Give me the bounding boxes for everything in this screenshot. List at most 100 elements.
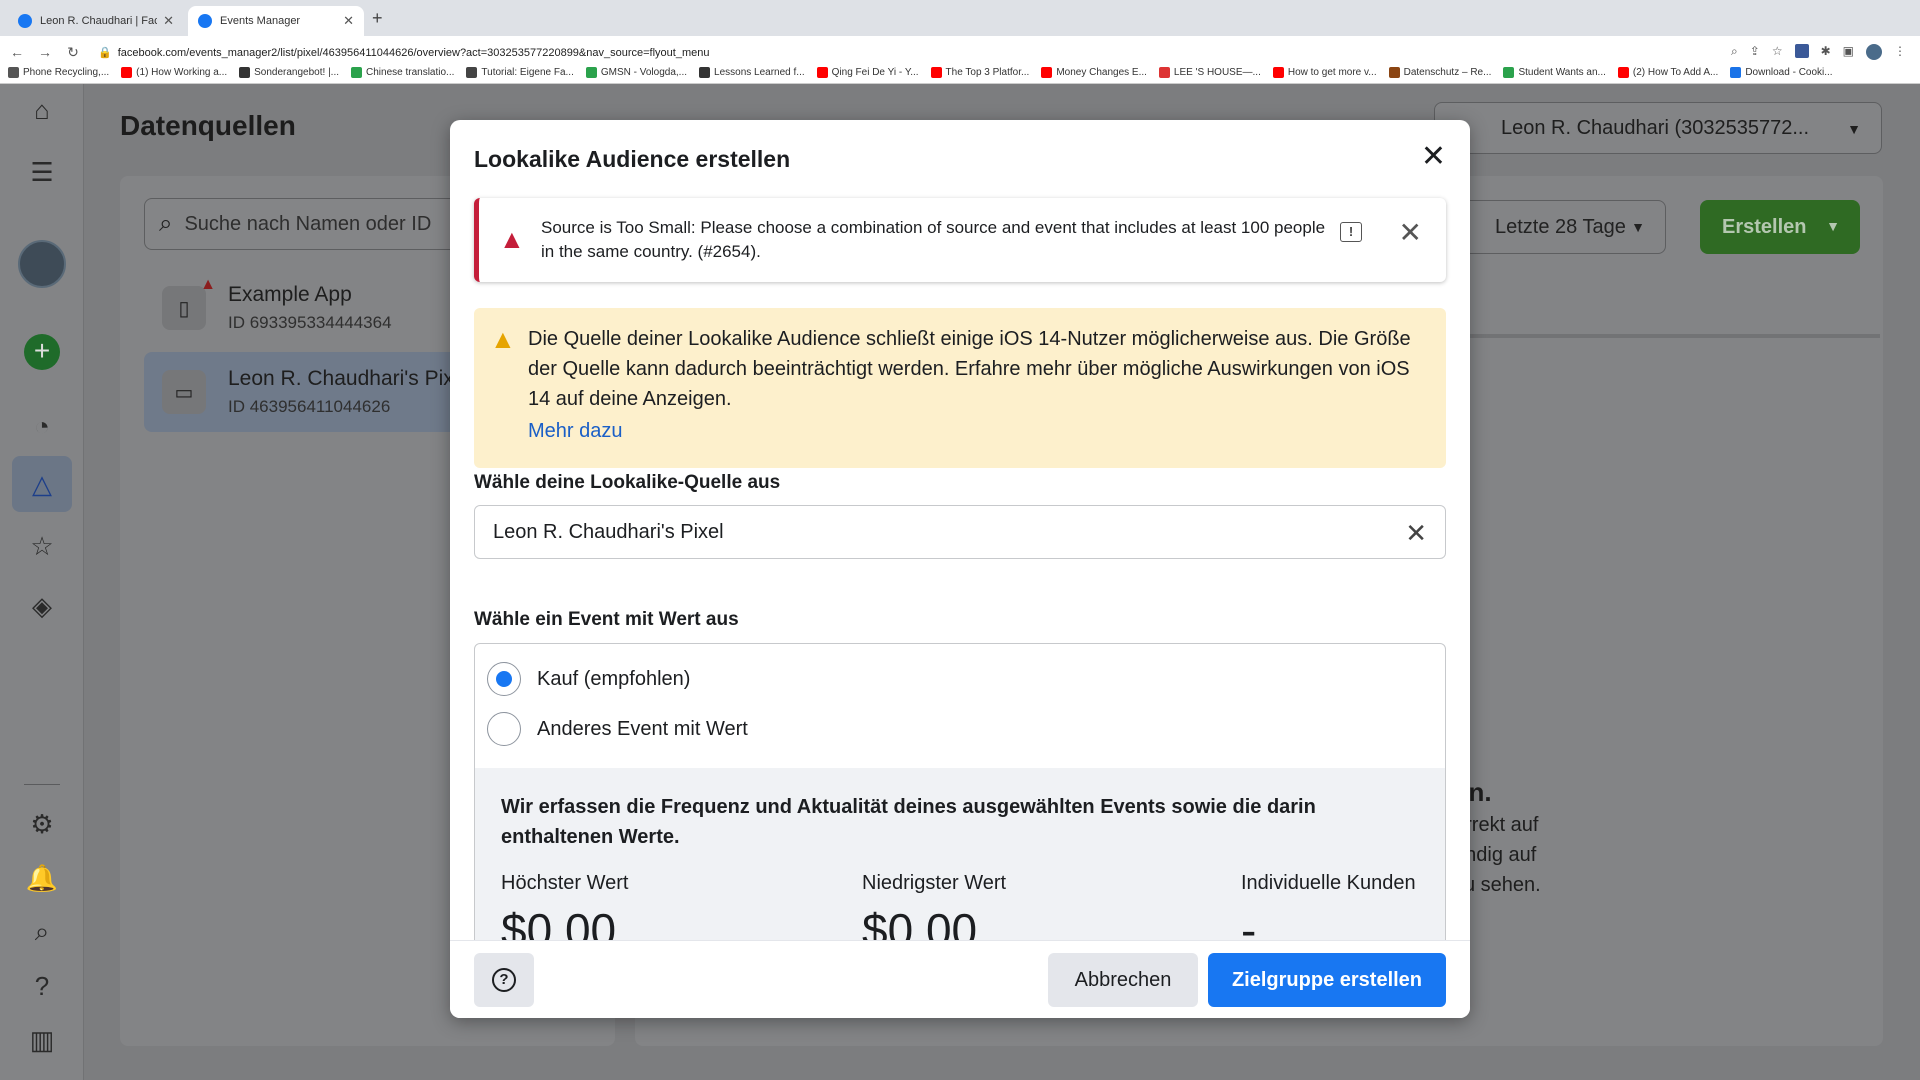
radio-button[interactable] (487, 712, 521, 746)
browser-tab-events-manager[interactable]: Events Manager ✕ (188, 6, 364, 36)
home-icon[interactable]: ⌂ (20, 88, 64, 132)
bookmark-favicon-icon (8, 67, 19, 78)
avatar[interactable] (18, 240, 66, 288)
radio-option-other-event[interactable]: Anderes Event mit Wert (487, 712, 748, 746)
zoom-icon[interactable]: ⌕ (1731, 44, 1738, 60)
bookmark-item[interactable]: Phone Recycling,... (8, 67, 109, 78)
bookmark-item[interactable]: Datenschutz – Re... (1388, 67, 1492, 78)
data-sources-icon[interactable]: △ (12, 456, 72, 512)
page-title: Datenquellen (120, 110, 296, 141)
star-icon[interactable]: ☆ (1772, 44, 1783, 60)
bookmark-item[interactable]: Qing Fei De Yi - Y... (816, 67, 919, 78)
bookmark-favicon-icon (699, 67, 711, 78)
forward-icon[interactable]: → (34, 44, 56, 60)
account-selector[interactable]: Leon R. Chaudhari (3032535772... ▼ (1434, 102, 1882, 154)
browser-tabbar: Leon R. Chaudhari | Facebook ✕ Events Ma… (0, 0, 1920, 36)
source-name: Example App (228, 283, 352, 306)
bookmark-favicon-icon (1617, 67, 1629, 78)
source-id: ID 693395334444364 (228, 313, 392, 332)
facebook-favicon-icon (18, 14, 32, 28)
radio-option-purchase[interactable]: Kauf (empfohlen) (487, 662, 690, 696)
bookmark-label: GMSN - Vologda,... (600, 67, 688, 78)
error-banner: ▲ Source is Too Small: Please choose a c… (474, 198, 1446, 282)
facebook-favicon-icon (198, 14, 212, 28)
nav-divider (24, 784, 60, 785)
create-audience-button[interactable]: Zielgruppe erstellen (1208, 953, 1446, 1007)
ios14-warning-banner: ▲ Die Quelle deiner Lookalike Audience s… (474, 308, 1446, 468)
menu-icon[interactable]: ☰ (20, 150, 64, 194)
chevron-down-icon: ▼ (1826, 218, 1840, 234)
bookmark-item[interactable]: LEE 'S HOUSE—... (1158, 67, 1261, 78)
bookmark-favicon-icon (239, 67, 251, 78)
source-name: Leon R. Chaudhari's Pixel (228, 367, 471, 390)
warning-triangle-icon: ▲ (499, 224, 525, 254)
partner-integrations-icon[interactable]: ◈ (20, 584, 64, 628)
lookalike-source-field[interactable]: Leon R. Chaudhari's Pixel ✕ (474, 505, 1446, 559)
toggle-panel-icon[interactable]: ▥ (20, 1018, 64, 1062)
help-button[interactable]: ? (474, 953, 534, 1007)
bookmark-item[interactable]: Chinese translatio... (351, 67, 454, 78)
browser-tab-facebook[interactable]: Leon R. Chaudhari | Facebook ✕ (8, 6, 184, 36)
date-range-selector[interactable]: Letzte 28 Tage ▼ (1440, 200, 1666, 254)
extensions-icon[interactable]: ✱ (1821, 44, 1831, 60)
clear-icon[interactable]: ✕ (1405, 518, 1427, 549)
tab-title: Leon R. Chaudhari | Facebook (40, 15, 158, 27)
bookmark-item[interactable]: GMSN - Vologda,... (585, 67, 688, 78)
tab-close-icon[interactable]: ✕ (343, 13, 354, 29)
bookmark-favicon-icon (585, 67, 597, 78)
bookmark-favicon-icon (1730, 67, 1742, 78)
url-field[interactable]: 🔒 facebook.com/events_manager2/list/pixel… (98, 46, 1731, 59)
bookmark-label: Tutorial: Eigene Fa... (481, 67, 574, 78)
help-icon[interactable]: ? (20, 964, 64, 1008)
bookmark-item[interactable]: How to get more v... (1272, 67, 1377, 78)
close-icon[interactable]: ✕ (1421, 142, 1446, 172)
sidebar-icon[interactable]: ▣ (1843, 44, 1854, 60)
laptop-pixel-icon: ▭ (162, 370, 206, 414)
bookmark-item[interactable]: Money Changes E... (1041, 67, 1147, 78)
warning-text: Die Quelle deiner Lookalike Audience sch… (528, 328, 1411, 410)
menu-dots-icon[interactable]: ⋮ (1894, 44, 1906, 60)
custom-conversions-icon[interactable]: ☆ (20, 524, 64, 568)
facebook-extension-icon[interactable] (1794, 44, 1809, 58)
learn-more-link[interactable]: Mehr dazu (528, 420, 623, 443)
bookmark-label: Datenschutz – Re... (1403, 67, 1492, 78)
bookmark-label: How to get more v... (1287, 67, 1377, 78)
bookmark-item[interactable]: (2) How To Add A... (1617, 67, 1718, 78)
event-section-label: Wähle ein Event mit Wert aus (474, 609, 739, 630)
radio-button[interactable] (487, 662, 521, 696)
share-icon[interactable]: ⇪ (1750, 44, 1760, 60)
bookmark-item[interactable]: Sonderangebot! |... (239, 67, 339, 78)
bookmark-label: Download - Cooki... (1745, 67, 1833, 78)
bookmark-favicon-icon (121, 67, 133, 78)
feedback-icon[interactable]: ! (1340, 222, 1362, 242)
add-icon[interactable]: + (24, 334, 60, 370)
source-field-value: Leon R. Chaudhari's Pixel (493, 520, 724, 543)
settings-gear-icon[interactable]: ⚙ (20, 802, 64, 846)
create-button[interactable]: Erstellen ▼ (1700, 200, 1860, 254)
bookmark-label: Qing Fei De Yi - Y... (831, 67, 919, 78)
bookmark-favicon-icon (1041, 67, 1053, 78)
overview-gauge-icon[interactable]: ◔ (20, 404, 64, 448)
bookmark-item[interactable]: Student Wants an... (1503, 67, 1606, 78)
bookmark-label: LEE 'S HOUSE—... (1173, 67, 1261, 78)
stats-description: Wir erfassen die Frequenz und Aktualität… (501, 796, 1316, 848)
tab-title: Events Manager (220, 15, 301, 27)
search-icon: ⌕ (159, 210, 173, 237)
bookmark-label: Sonderangebot! |... (254, 67, 340, 78)
tab-close-icon[interactable]: ✕ (163, 13, 174, 29)
notifications-bell-icon[interactable]: 🔔 (20, 856, 64, 900)
search-icon[interactable]: ⌕ (20, 910, 64, 954)
bookmark-item[interactable]: Tutorial: Eigene Fa... (466, 67, 574, 78)
bookmark-item[interactable]: Lessons Learned f... (699, 67, 805, 78)
bookmarks-bar: Phone Recycling,... (1) How Working a... S… (0, 62, 1920, 84)
profile-avatar-icon[interactable] (1866, 44, 1882, 60)
cancel-button[interactable]: Abbrechen (1048, 953, 1198, 1007)
back-icon[interactable]: ← (6, 44, 28, 60)
close-icon[interactable]: ✕ (1399, 216, 1422, 249)
chevron-down-icon: ▼ (1631, 219, 1645, 235)
new-tab-button[interactable]: + (372, 8, 383, 29)
bookmark-item[interactable]: The Top 3 Platfor... (930, 67, 1029, 78)
bookmark-item[interactable]: (1) How Working a... (121, 67, 227, 78)
bookmark-item[interactable]: Download - Cooki... (1730, 67, 1833, 78)
reload-icon[interactable]: ↻ (62, 44, 84, 61)
